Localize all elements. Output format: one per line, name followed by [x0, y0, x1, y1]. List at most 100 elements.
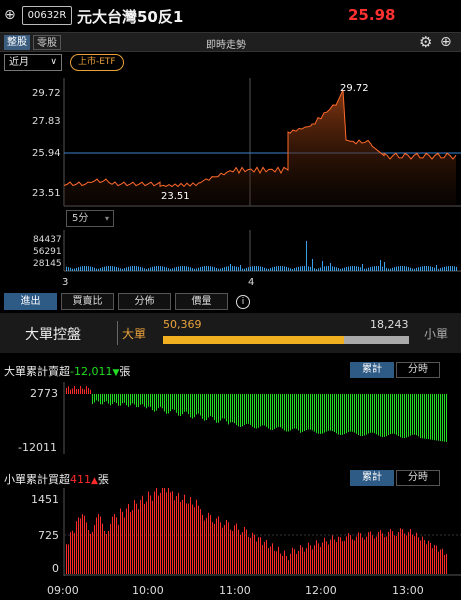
big-net-bar	[302, 394, 303, 433]
small-net-bar	[218, 516, 219, 574]
volume-bar	[360, 267, 361, 271]
big-net-bar	[142, 394, 143, 405]
small-net-chart[interactable]: 1451 725 0 09:00 10:00 11:00 12:00 13:00	[0, 488, 461, 600]
volume-bar	[258, 266, 259, 271]
big-net-bar	[270, 394, 271, 430]
x-label: 13:00	[392, 584, 424, 597]
small-net-bar	[74, 532, 75, 574]
small-net-bar	[88, 529, 89, 574]
volume-chart[interactable]: 84437 56291 28145 3 4	[0, 230, 461, 290]
whole-lot-tab[interactable]: 整股	[4, 35, 30, 50]
big-net-bar	[218, 394, 219, 423]
volume-bar	[66, 266, 67, 271]
ratio-bar-fill	[163, 336, 344, 344]
chevron-down-icon: ∨	[50, 57, 57, 67]
volume-bar	[106, 266, 107, 271]
info-icon[interactable]: i	[236, 295, 250, 309]
big-net-bar	[240, 394, 241, 427]
big-net-bar	[332, 394, 333, 431]
small-net-bar	[122, 511, 123, 574]
x-label: 09:00	[47, 584, 79, 597]
big-order-panel: 大單控盤 大單 50,369 18,243 小單	[0, 313, 461, 353]
volume-bar	[144, 268, 145, 271]
price-chart[interactable]: 29.72 27.83 25.94 23.51 29.72 23.51	[0, 78, 461, 208]
month-select[interactable]: 近月 ∨	[4, 54, 62, 71]
volume-bar	[328, 266, 329, 271]
volume-bar	[374, 266, 375, 271]
small-net-bar	[260, 537, 261, 574]
small-net-bar	[258, 537, 259, 574]
chevron-down-icon: ▾	[104, 214, 109, 223]
period-select[interactable]: 5分 ▾	[66, 210, 114, 227]
big-net-title-suffix: 張	[119, 365, 131, 378]
volume-bar	[232, 266, 233, 271]
small-net-bar	[416, 532, 417, 574]
volume-bar	[198, 267, 199, 271]
big-net-bar	[414, 394, 415, 435]
big-net-bar	[196, 394, 197, 415]
small-net-bar	[96, 517, 97, 574]
small-net-bar	[288, 560, 289, 574]
volume-bar	[230, 264, 231, 271]
small-net-bar	[402, 529, 403, 574]
big-net-timed-toggle[interactable]: 分時	[396, 362, 440, 378]
volume-bar	[152, 266, 153, 271]
big-net-bar	[354, 394, 355, 433]
tab-buy-sell-ratio[interactable]: 買賣比	[61, 293, 114, 310]
small-net-bar	[280, 553, 281, 574]
small-net-bar	[414, 536, 415, 574]
small-net-timed-toggle[interactable]: 分時	[396, 470, 440, 486]
big-net-bar	[402, 394, 403, 438]
small-net-bar	[240, 534, 241, 574]
big-net-bar	[388, 394, 389, 436]
small-net-bar	[264, 541, 265, 574]
small-net-bar	[284, 550, 285, 574]
plus-circle-icon[interactable]: ⊕	[4, 7, 16, 23]
volume-bar	[162, 266, 163, 271]
small-net-bar	[104, 530, 105, 574]
big-net-bar	[164, 394, 165, 412]
volume-bar	[262, 267, 263, 271]
big-net-bar	[424, 394, 425, 439]
small-net-bar	[110, 523, 111, 574]
big-net-bar	[272, 394, 273, 431]
volume-bar	[156, 266, 157, 271]
small-net-bar	[146, 501, 147, 574]
odd-lot-tab[interactable]: 零股	[33, 35, 61, 50]
volume-bar	[112, 266, 113, 271]
small-net-bar	[112, 516, 113, 574]
volume-bar	[396, 266, 397, 271]
volume-bar	[214, 267, 215, 271]
big-net-chart[interactable]: 2773 -12011	[0, 382, 461, 456]
big-net-title-prefix: 大單累計賣超	[4, 365, 70, 378]
small-net-bar	[90, 533, 91, 574]
volume-bar	[426, 266, 427, 271]
tab-in-out[interactable]: 進出	[4, 293, 57, 310]
volume-bar	[292, 268, 293, 271]
big-net-bar	[152, 394, 153, 411]
small-net-bar	[156, 488, 157, 574]
small-net-bar	[204, 520, 205, 574]
volume-bar	[192, 268, 193, 271]
big-net-bar	[306, 394, 307, 431]
tab-price-volume[interactable]: 價量	[175, 293, 228, 310]
volume-bar	[240, 265, 241, 271]
small-net-cumulative-toggle[interactable]: 累計	[350, 470, 394, 486]
small-net-title-suffix: 張	[97, 473, 109, 486]
big-net-cumulative-toggle[interactable]: 累計	[350, 362, 394, 378]
volume-bar	[314, 268, 315, 271]
volume-bar	[294, 268, 295, 271]
small-net-bar	[130, 512, 131, 574]
plus-circle-icon[interactable]: ⊕	[440, 34, 452, 50]
volume-bar	[208, 266, 209, 271]
small-net-bar	[206, 517, 207, 574]
small-net-bar	[428, 540, 429, 574]
small-net-bar	[324, 537, 325, 574]
stock-code-box[interactable]: 00632R	[22, 6, 72, 25]
big-net-bar	[192, 394, 193, 419]
gear-icon[interactable]: ⚙	[419, 33, 432, 51]
big-net-bar	[186, 394, 187, 412]
volume-bar	[424, 266, 425, 271]
volume-bar	[154, 266, 155, 271]
tab-distribution[interactable]: 分佈	[118, 293, 171, 310]
